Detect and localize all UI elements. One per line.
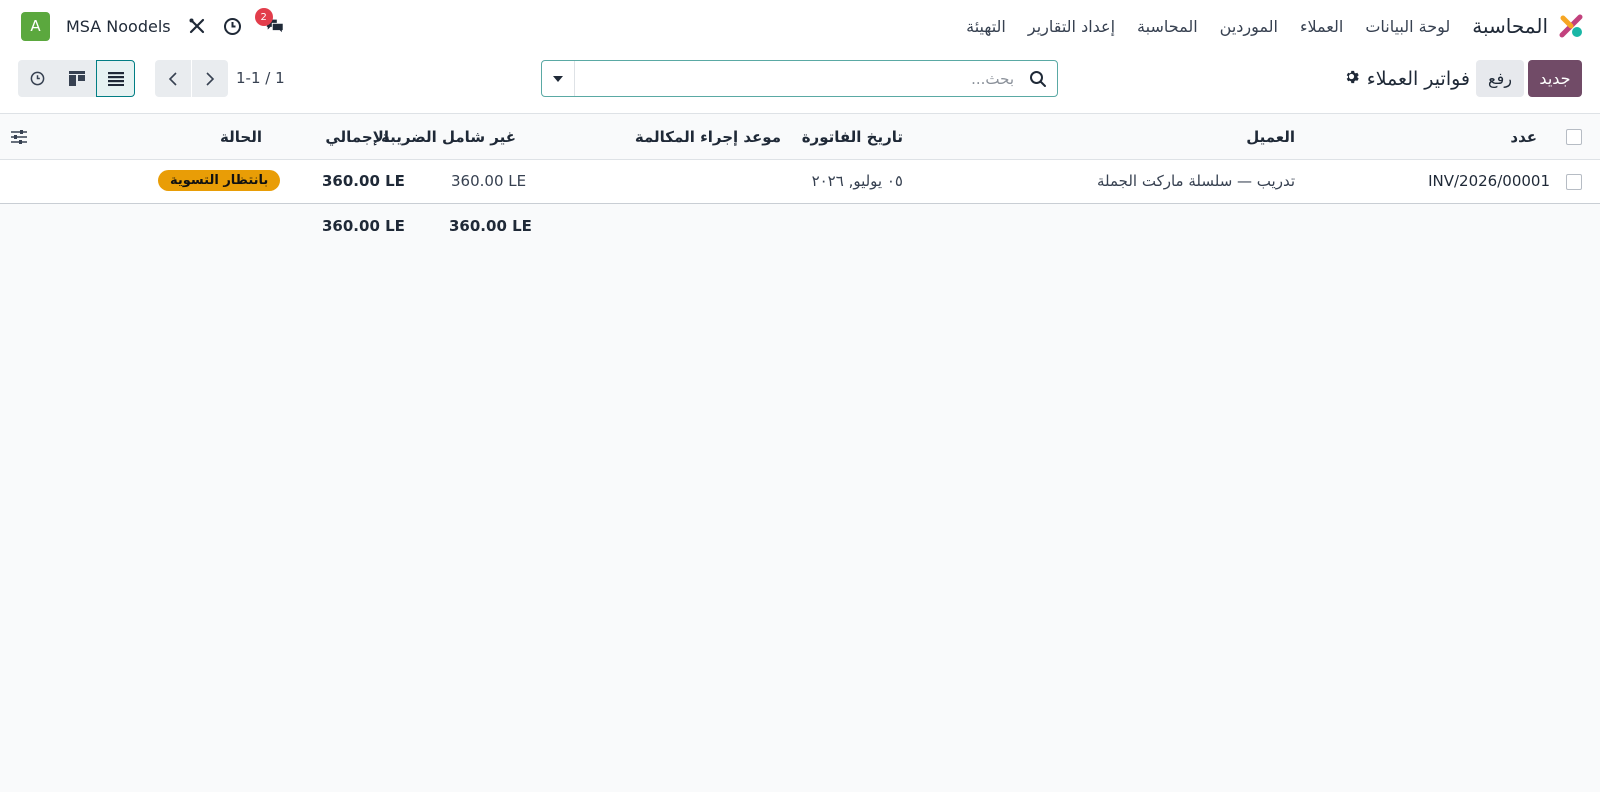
row-total: 360.00 LE bbox=[322, 172, 405, 190]
column-total[interactable]: الإجمالي bbox=[325, 128, 389, 146]
table-totals-row: 360.00 LE 360.00 LE bbox=[0, 205, 1600, 249]
app-logo-icon[interactable] bbox=[1558, 13, 1584, 39]
tools-icon[interactable] bbox=[187, 16, 207, 36]
total-amount: 360.00 LE bbox=[322, 217, 405, 235]
row-customer: تدريب — سلسلة ماركت الجملة bbox=[1096, 172, 1295, 190]
column-invoice-date[interactable]: تاريخ الفاتورة bbox=[802, 128, 903, 146]
column-next-activity[interactable]: موعد إجراء المكالمة bbox=[635, 128, 781, 146]
control-panel: جديد رفع فواتير العملاء 1-1 / 1 bbox=[0, 52, 1600, 114]
column-number[interactable]: عدد bbox=[1510, 128, 1537, 146]
pager-next-button[interactable] bbox=[192, 60, 228, 97]
breadcrumb: فواتير العملاء bbox=[1344, 60, 1470, 97]
search-bar bbox=[541, 60, 1058, 97]
row-checkbox[interactable] bbox=[1566, 174, 1582, 190]
user-avatar[interactable]: A bbox=[21, 11, 50, 41]
column-customer[interactable]: العميل bbox=[1246, 128, 1295, 146]
chevron-right-icon bbox=[206, 71, 215, 86]
menu-configuration[interactable]: التهيئة bbox=[966, 17, 1006, 36]
dropdown-caret-icon bbox=[553, 75, 563, 82]
menu-dashboard[interactable]: لوحة البيانات bbox=[1365, 17, 1450, 36]
kanban-view-icon bbox=[68, 71, 85, 86]
top-navbar: A MSA Noodels 2 المحاسبة لوحة البيانات ا… bbox=[0, 0, 1600, 52]
company-switcher[interactable]: MSA Noodels bbox=[66, 17, 171, 36]
table-row[interactable]: INV/2026/00001 تدريب — سلسلة ماركت الجمل… bbox=[0, 160, 1600, 204]
settings-gear-icon[interactable] bbox=[1344, 69, 1359, 88]
column-status[interactable]: الحالة bbox=[220, 128, 262, 146]
row-number: INV/2026/00001 bbox=[1428, 172, 1550, 190]
new-button[interactable]: جديد bbox=[1528, 60, 1582, 97]
menu-reporting[interactable]: إعداد التقارير bbox=[1028, 17, 1115, 36]
clock-icon[interactable] bbox=[223, 16, 243, 36]
messages-count-badge: 2 bbox=[254, 8, 273, 26]
navbar-systray: A MSA Noodels 2 bbox=[21, 8, 285, 41]
chevron-left-icon bbox=[168, 71, 177, 86]
menu-customers[interactable]: العملاء bbox=[1300, 17, 1343, 36]
select-all-checkbox[interactable] bbox=[1566, 129, 1582, 145]
search-icon[interactable] bbox=[1029, 70, 1047, 88]
pager-buttons bbox=[155, 60, 228, 97]
pager-value[interactable]: 1-1 / 1 bbox=[236, 69, 285, 87]
activity-view-icon bbox=[30, 71, 45, 86]
search-options-toggle[interactable] bbox=[542, 61, 575, 96]
optional-columns-icon[interactable] bbox=[10, 129, 28, 149]
total-untaxed: 360.00 LE bbox=[449, 217, 532, 235]
table-header: عدد العميل تاريخ الفاتورة موعد إجراء الم… bbox=[0, 115, 1600, 160]
kanban-view-button[interactable] bbox=[57, 60, 96, 97]
chat-icon[interactable]: 2 bbox=[254, 8, 285, 36]
list-view-icon bbox=[107, 71, 124, 86]
row-untaxed: 360.00 LE bbox=[451, 172, 527, 190]
pager-previous-button[interactable] bbox=[155, 60, 191, 97]
status-badge: بانتظار التسوية bbox=[158, 170, 281, 191]
row-invoice-date: ٠٥ يوليو, ٢٠٢٦ bbox=[811, 172, 903, 190]
upload-button[interactable]: رفع bbox=[1476, 60, 1524, 97]
app-name[interactable]: المحاسبة bbox=[1472, 14, 1548, 38]
search-input[interactable] bbox=[576, 61, 1016, 96]
column-untaxed[interactable]: غير شامل الضريبة bbox=[381, 128, 516, 146]
list-view-button[interactable] bbox=[96, 60, 135, 97]
page-title: فواتير العملاء bbox=[1366, 67, 1470, 90]
menu-accounting[interactable]: المحاسبة bbox=[1137, 17, 1198, 36]
menu-vendors[interactable]: الموردين bbox=[1220, 17, 1278, 36]
activity-view-button[interactable] bbox=[18, 60, 57, 97]
main-menu: المحاسبة لوحة البيانات العملاء الموردين … bbox=[966, 12, 1584, 40]
view-switcher bbox=[18, 60, 135, 97]
